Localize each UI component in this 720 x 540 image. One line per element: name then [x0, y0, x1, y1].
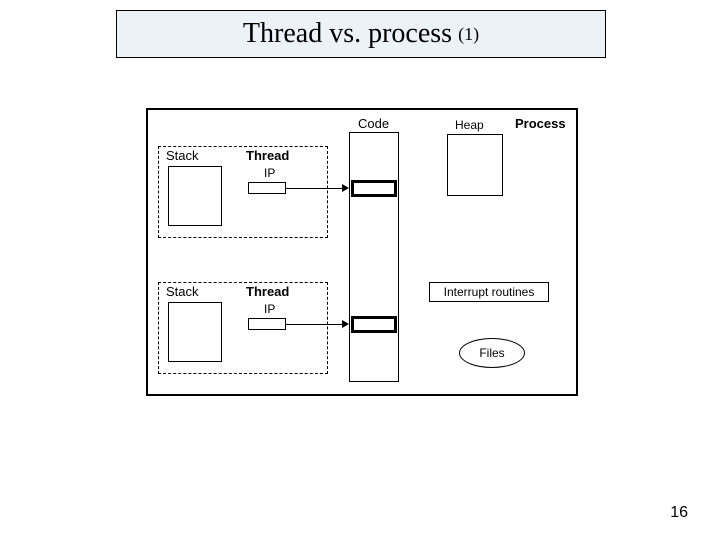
ip-box-1 — [248, 182, 286, 194]
heap-label: Heap — [455, 118, 484, 132]
ip-box-2 — [248, 318, 286, 330]
files-oval: Files — [459, 338, 525, 368]
arrow-line-2 — [286, 324, 342, 325]
files-label: Files — [479, 346, 504, 360]
slide-title: Thread vs. process (1) — [116, 10, 606, 58]
slide: Thread vs. process (1) Code Heap Process… — [0, 0, 720, 540]
title-main: Thread vs. process — [243, 18, 452, 50]
stack-box-2 — [168, 302, 222, 362]
code-target-2 — [351, 316, 397, 333]
arrow-line-1 — [286, 188, 342, 189]
stack-box-1 — [168, 166, 222, 226]
page-number: 16 — [670, 504, 688, 522]
ip-label-1: IP — [264, 166, 275, 180]
ip-label-2: IP — [264, 302, 275, 316]
thread-label-2: Thread — [246, 284, 289, 299]
code-box — [349, 132, 399, 382]
heap-box — [447, 134, 503, 196]
title-suffix: (1) — [458, 24, 479, 45]
stack-label-1: Stack — [166, 148, 199, 163]
thread-label-1: Thread — [246, 148, 289, 163]
process-label: Process — [515, 116, 566, 131]
code-target-1 — [351, 180, 397, 197]
stack-label-2: Stack — [166, 284, 199, 299]
process-box: Code Heap Process Interrupt routines Fil… — [146, 108, 578, 396]
arrow-icon — [342, 184, 349, 192]
arrow-icon — [342, 320, 349, 328]
interrupt-routines-box: Interrupt routines — [429, 282, 549, 302]
code-label: Code — [358, 116, 389, 131]
interrupt-routines-label: Interrupt routines — [444, 285, 535, 299]
